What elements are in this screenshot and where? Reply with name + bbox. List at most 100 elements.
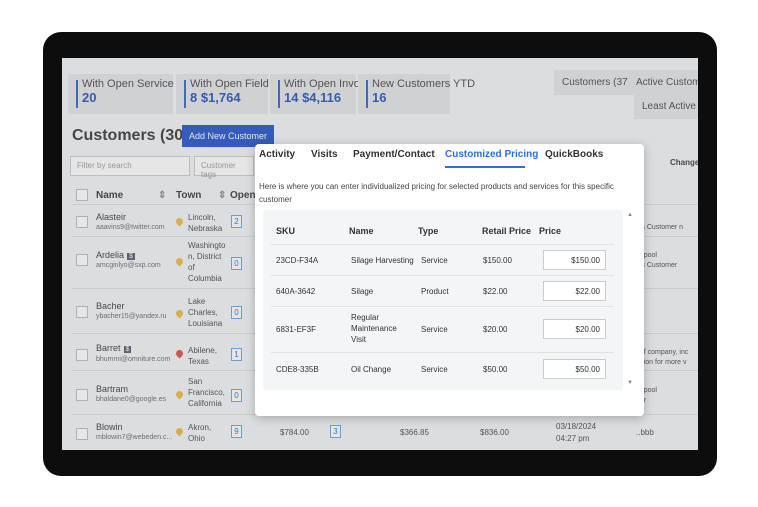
customer-detail-modal: Activity Visits Payment/Contact Customiz… [255, 144, 644, 416]
row-checkbox[interactable] [76, 254, 88, 266]
open-count[interactable]: 0 [231, 389, 242, 402]
open-count[interactable]: 1 [231, 348, 242, 361]
divider [271, 275, 614, 276]
customer-name[interactable]: Blowin [96, 422, 123, 432]
location-pin-icon [174, 348, 185, 359]
row-type: Service [421, 256, 448, 265]
customers-count-button[interactable]: Customers (37) [554, 70, 639, 95]
header-name: Name [349, 226, 374, 236]
price-input[interactable]: $150.00 [543, 250, 606, 270]
stat-label: With Open Invoices [284, 78, 380, 90]
customer-tags-input[interactable]: Customer tags [194, 156, 254, 179]
stat-open-service-slips[interactable]: With Open Service Slips 20 [68, 74, 201, 114]
row-sku: 23CD-F34A [276, 256, 319, 265]
customer-email: bhummi@omniture.com [96, 356, 171, 363]
open-count[interactable]: 0 [231, 257, 242, 270]
stat-open-invoices[interactable]: With Open Invoices 14 $4,116 [270, 74, 380, 114]
location-pin-icon [174, 256, 185, 267]
stat-value: 14 $4,116 [284, 90, 342, 105]
stat-accent [184, 80, 186, 108]
scroll-up-icon[interactable]: ▲ [627, 212, 633, 218]
row-type: Service [421, 365, 448, 374]
active-customers-button[interactable]: Active Customers [628, 70, 698, 95]
header-price: Price [539, 226, 562, 236]
row-checkbox[interactable] [76, 349, 88, 361]
select-all-checkbox[interactable] [76, 189, 88, 201]
location-pin-icon [174, 308, 185, 319]
stat-label: New Customers YTD [372, 78, 476, 90]
row-sku: CDE8-335B [276, 365, 319, 374]
amount-value: $366.85 [400, 428, 429, 437]
customer-email: mblowin7@webeden.c... [96, 434, 173, 441]
stat-accent [76, 80, 78, 108]
last-date: 03/18/2024 [556, 422, 597, 431]
row-checkbox[interactable] [76, 216, 88, 228]
customer-name[interactable]: Bartram [96, 384, 128, 394]
row-sku: 6831-EF3F [276, 325, 317, 334]
stat-accent [278, 80, 280, 108]
pricing-description: Here is where you can enter individualiz… [259, 182, 614, 204]
change-button[interactable]: Change [670, 158, 698, 167]
open-count[interactable]: 9 [231, 425, 242, 438]
row-checkbox[interactable] [76, 306, 88, 318]
stat-label: With Open Service Slips [82, 78, 201, 90]
sort-icon[interactable]: ⇕ [218, 190, 226, 201]
modal-tabs: Activity Visits Payment/Contact Customiz… [255, 144, 644, 168]
tab-quickbooks[interactable]: QuickBooks [545, 149, 603, 160]
header-type: Type [418, 226, 439, 236]
customer-town: San Francisco, California [188, 377, 225, 408]
search-input[interactable]: Filter by search [70, 156, 190, 176]
tab-customized-pricing[interactable]: Customized Pricing [445, 149, 538, 160]
active-tab-indicator [445, 166, 525, 168]
dollar-badge-icon: $ [123, 346, 132, 353]
customer-town: Lincoln, Nebraska [188, 213, 223, 233]
stat-accent [366, 80, 368, 108]
location-pin-icon [174, 216, 185, 227]
tab-visits[interactable]: Visits [311, 149, 338, 160]
price-input[interactable]: $22.00 [543, 281, 606, 301]
column-header-town[interactable]: Town [176, 190, 201, 201]
open-count[interactable]: 0 [231, 306, 242, 319]
row-retail-price: $22.00 [483, 287, 508, 296]
location-pin-icon [174, 426, 185, 437]
tab-payment-contact[interactable]: Payment/Contact [353, 149, 435, 160]
open-count[interactable]: 2 [231, 215, 242, 228]
row-type: Service [421, 325, 448, 334]
amount-value: $836.00 [480, 428, 509, 437]
last-time: 04:27 pm [556, 434, 590, 443]
price-input[interactable]: $50.00 [543, 359, 606, 379]
stat-value: 16 [372, 90, 387, 105]
row-retail-price: $150.00 [483, 256, 512, 265]
row-name: Silage Harvesting [351, 256, 414, 265]
column-header-name[interactable]: Name [96, 190, 123, 201]
scroll-down-icon[interactable]: ▼ [627, 380, 633, 386]
amount-value: $784.00 [280, 428, 309, 437]
row-type: Product [421, 287, 449, 296]
visits-count[interactable]: 3 [330, 425, 341, 438]
sort-icon[interactable]: ⇕ [158, 190, 166, 201]
customer-email: aaavins9@twitter.com [96, 224, 165, 231]
stat-value: 8 $1,764 [190, 90, 241, 105]
customer-town: Lake Charles, Louisiana [188, 297, 223, 328]
tab-activity[interactable]: Activity [259, 149, 295, 160]
customer-name[interactable]: Ardelia $ [96, 250, 135, 260]
customer-name[interactable]: Bacher [96, 301, 125, 311]
least-active-button[interactable]: Least Active YTD [634, 94, 698, 119]
row-checkbox[interactable] [76, 428, 88, 440]
row-name: Silage [351, 287, 374, 296]
customer-email: amcginlyo@sxp.com [96, 262, 161, 269]
row-name: Oil Change [351, 365, 392, 374]
divider [271, 244, 614, 245]
app-screen: With Open Service Slips 20 With Open Fie… [62, 58, 698, 450]
stat-new-customers-ytd[interactable]: New Customers YTD 16 [358, 74, 476, 114]
customer-name[interactable]: Alasteir [96, 212, 126, 222]
customer-name[interactable]: Barret $ [96, 343, 132, 353]
scrollbar[interactable]: ▲ ▼ [627, 210, 635, 390]
divider [271, 352, 614, 353]
row-note: ..bbb [636, 428, 654, 437]
column-header-open[interactable]: Open [230, 190, 256, 201]
price-input[interactable]: $20.00 [543, 319, 606, 339]
stat-open-field-slips[interactable]: With Open Field Slips 8 $1,764 [176, 74, 296, 114]
customer-email: bhaldane0@google.es [96, 396, 167, 403]
row-checkbox[interactable] [76, 389, 88, 401]
